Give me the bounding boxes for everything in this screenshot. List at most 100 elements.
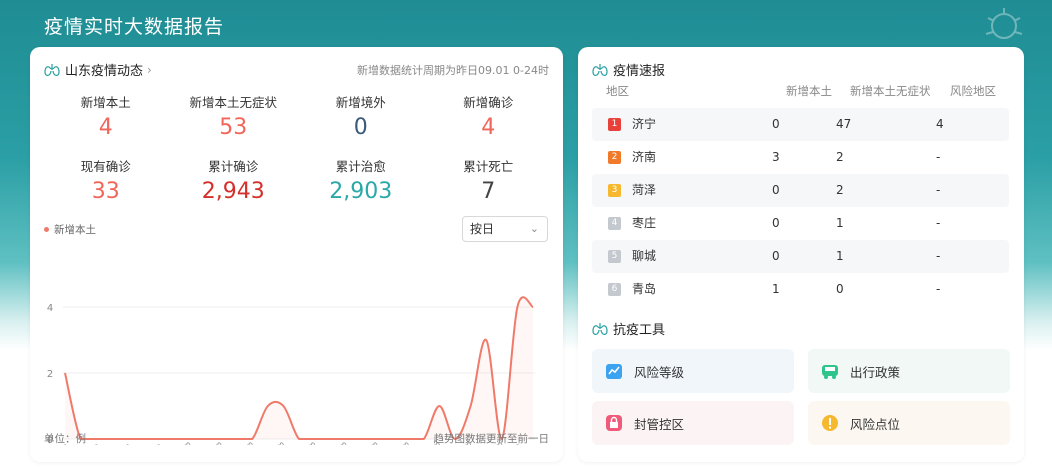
tool-label: 风险点位	[850, 416, 901, 432]
rank-badge: 5	[608, 250, 621, 263]
tool-label: 出行政策	[850, 364, 901, 380]
chart-legend: 新增本土	[44, 222, 96, 237]
stat-label: 新增本土	[80, 95, 131, 110]
stat-label: 新增境外	[335, 95, 386, 110]
region-name: 菏泽	[632, 183, 657, 197]
region-name: 枣庄	[632, 216, 657, 230]
table-row[interactable]: 6 青岛 1 0 -	[592, 273, 1009, 306]
risk-level-icon	[606, 364, 622, 379]
stat-value: 2,903	[329, 179, 393, 204]
table-row[interactable]: 2 济南 3 2 -	[592, 141, 1009, 174]
tools-header: 抗疫工具	[592, 319, 665, 338]
legend-dot	[44, 227, 49, 232]
tool-travel-policy[interactable]: 出行政策	[808, 349, 1010, 393]
tool-risk-level[interactable]: 风险等级	[592, 349, 794, 393]
region-name: 济南	[632, 150, 657, 164]
x-tick-label: 8.25	[399, 441, 420, 445]
table-row[interactable]: 1 济宁 0 47 4	[592, 108, 1009, 141]
rank-badge: 6	[608, 283, 621, 296]
rank-badge: 1	[608, 118, 621, 131]
local-count: 1	[772, 282, 780, 296]
express-header: 疫情速报	[592, 60, 665, 79]
rank-badge: 3	[608, 184, 621, 197]
lungs-icon	[592, 322, 608, 335]
asym-count: 0	[836, 282, 844, 296]
y-tick-label: 4	[47, 303, 53, 314]
risk-count: -	[936, 216, 941, 230]
stat-item: 新增本土无症状 53	[170, 95, 298, 149]
table-row[interactable]: 5 聊城 0 1 -	[592, 240, 1009, 273]
local-count: 0	[772, 249, 780, 263]
stat-label: 现有确诊	[80, 159, 131, 174]
stat-value: 4	[481, 115, 496, 140]
series-area	[65, 297, 533, 439]
dynamics-title: 山东疫情动态	[65, 64, 144, 79]
risk-point-icon	[822, 415, 838, 431]
local-count: 0	[772, 216, 780, 230]
stat-value: 7	[481, 179, 496, 204]
asym-count: 1	[836, 216, 844, 230]
tools-title: 抗疫工具	[613, 323, 666, 338]
stat-label: 累计治愈	[335, 159, 386, 174]
lungs-icon	[592, 63, 608, 76]
tool-label: 风险等级	[634, 364, 685, 380]
express-title: 疫情速报	[613, 64, 666, 79]
header-risk: 风险地区	[950, 84, 996, 98]
stat-item: 累计确诊 2,943	[170, 159, 298, 213]
header-region: 地区	[606, 84, 629, 98]
y-tick-label: 2	[47, 369, 53, 380]
asym-count: 1	[836, 249, 844, 263]
table-header: 地区 新增本土 新增本土无症状 风险地区	[592, 83, 1012, 103]
risk-count: -	[936, 183, 941, 197]
asym-count: 2	[836, 150, 844, 164]
x-tick-label: 8.5	[89, 443, 106, 445]
stat-value: 2,943	[201, 179, 265, 204]
x-tick-label: 8.7	[120, 443, 137, 445]
granularity-select[interactable]: 按日 ⌄	[462, 216, 548, 242]
tool-label: 封管控区	[634, 416, 685, 432]
select-value: 按日	[470, 222, 495, 236]
stat-item: 新增确诊 4	[425, 95, 553, 149]
express-table: 1 济宁 0 47 4 2 济南 3 2 - 3 菏泽 0 2 - 4 枣庄 0 1 - 5 聊城 0 1 - 6 青岛 1 0 -	[592, 108, 1009, 306]
x-tick-label: 8.17	[274, 441, 295, 445]
x-tick-label: 8.15	[243, 441, 264, 445]
dynamics-header[interactable]: 山东疫情动态 ›	[44, 60, 152, 79]
chevron-right-icon[interactable]: ›	[147, 63, 152, 77]
local-count: 0	[772, 117, 780, 131]
stats-grid: 新增本土 4 新增本土无症状 53 新增境外 0 新增确诊 4 现有确诊 33 累计确诊 2…	[42, 95, 552, 213]
series-line	[64, 296, 534, 441]
risk-count: 4	[936, 117, 944, 131]
stat-item: 新增本土 4	[42, 95, 170, 149]
table-row[interactable]: 3 菏泽 0 2 -	[592, 174, 1009, 207]
region-name: 济宁	[632, 117, 657, 131]
asym-count: 47	[836, 117, 852, 131]
tool-risk-point[interactable]: 风险点位	[808, 401, 1010, 445]
lockdown-zone-icon	[606, 415, 622, 431]
x-tick-label: 8.13	[212, 441, 233, 445]
x-tick-label: 8.19	[305, 441, 326, 445]
unit-note: 单位：例	[44, 433, 86, 445]
region-name: 聊城	[632, 249, 657, 263]
trend-chart: 0248.38.58.78.98.118.138.158.178.198.218…	[47, 296, 535, 445]
stat-item: 累计治愈 2,903	[297, 159, 425, 213]
asym-count: 2	[836, 183, 844, 197]
x-tick-label: 8.23	[368, 441, 389, 445]
rank-badge: 2	[608, 151, 621, 164]
stat-label: 新增本土无症状	[189, 95, 277, 110]
virus-decoration-icon	[985, 8, 1023, 39]
table-row[interactable]: 4 枣庄 0 1 -	[592, 207, 1009, 240]
page-title: 疫情实时大数据报告	[44, 16, 225, 38]
risk-count: -	[936, 249, 941, 263]
risk-count: -	[936, 282, 941, 296]
trend-note: 趋势图数据更新至前一日	[433, 433, 550, 445]
stat-label: 累计确诊	[208, 159, 259, 174]
header-local: 新增本土	[786, 84, 832, 98]
stat-value: 0	[353, 115, 368, 140]
risk-count: -	[936, 150, 941, 164]
legend-label: 新增本土	[54, 224, 96, 236]
dynamics-card: 山东疫情动态 › 新增数据统计周期为昨日09.01 0-24时 新增本土 4 新增…	[30, 47, 563, 462]
stat-value: 33	[91, 179, 120, 204]
stat-item: 累计死亡 7	[425, 159, 553, 213]
tool-lockdown-zone[interactable]: 封管控区	[592, 401, 794, 445]
local-count: 0	[772, 183, 780, 197]
